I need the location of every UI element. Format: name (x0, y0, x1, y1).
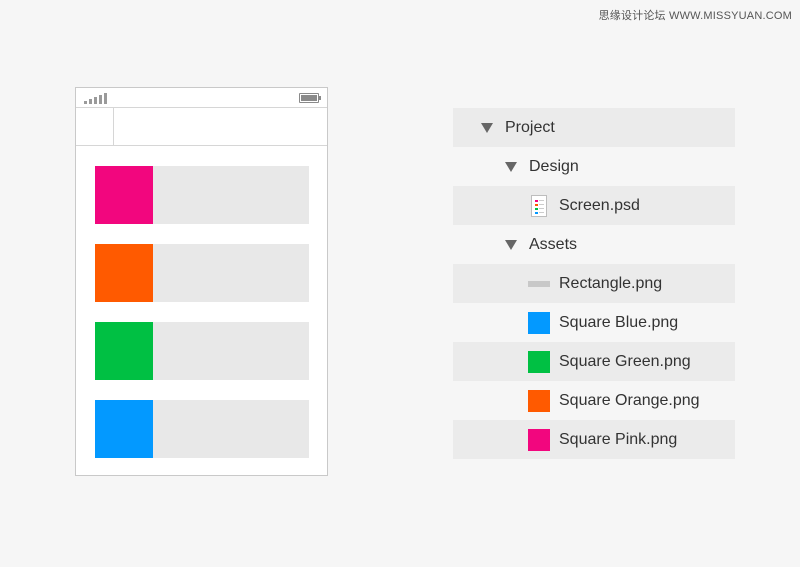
watermark: 思缘设计论坛 WWW.MISSYUAN.COM (598, 10, 792, 22)
battery-icon (299, 93, 321, 103)
layer-label: Square Blue.png (559, 313, 679, 331)
signal-icon (84, 93, 108, 104)
layer-label: Screen.psd (559, 196, 640, 214)
nav-button[interactable] (76, 108, 114, 145)
pink-square-icon (528, 428, 550, 451)
disclosure-triangle-icon[interactable] (505, 239, 517, 250)
layer-square-green[interactable]: Square Green.png (453, 342, 735, 381)
list-item[interactable] (95, 244, 309, 302)
layer-label: Rectangle.png (559, 274, 663, 292)
list-item[interactable] (95, 400, 309, 458)
layer-project[interactable]: Project (453, 108, 735, 147)
blue-square-icon (528, 311, 550, 334)
layer-label: Design (529, 157, 579, 175)
blue-swatch (95, 400, 153, 458)
green-square-icon (528, 350, 550, 373)
list-item[interactable] (95, 322, 309, 380)
layer-label: Project (505, 118, 555, 136)
pink-swatch (95, 166, 153, 224)
status-bar (76, 88, 327, 108)
layer-label: Square Green.png (559, 352, 691, 370)
layer-screen-psd[interactable]: Screen.psd (453, 186, 735, 225)
layers-panel: Project Design Screen.psd Assets Rectang… (453, 108, 735, 459)
layer-label: Assets (529, 235, 578, 253)
orange-square-icon (528, 389, 550, 412)
list-item[interactable] (95, 166, 309, 224)
green-swatch (95, 322, 153, 380)
disclosure-triangle-icon[interactable] (505, 161, 517, 172)
disclosure-triangle-icon[interactable] (481, 122, 493, 133)
layer-square-orange[interactable]: Square Orange.png (453, 381, 735, 420)
layer-label: Square Pink.png (559, 430, 678, 448)
layer-square-blue[interactable]: Square Blue.png (453, 303, 735, 342)
nav-bar (76, 108, 327, 146)
orange-swatch (95, 244, 153, 302)
layer-assets[interactable]: Assets (453, 225, 735, 264)
phone-mockup (75, 87, 328, 476)
layer-rectangle[interactable]: Rectangle.png (453, 264, 735, 303)
layer-square-pink[interactable]: Square Pink.png (453, 420, 735, 459)
psd-file-icon (531, 194, 547, 217)
layer-design[interactable]: Design (453, 147, 735, 186)
layer-label: Square Orange.png (559, 391, 700, 409)
rectangle-icon (528, 280, 550, 287)
